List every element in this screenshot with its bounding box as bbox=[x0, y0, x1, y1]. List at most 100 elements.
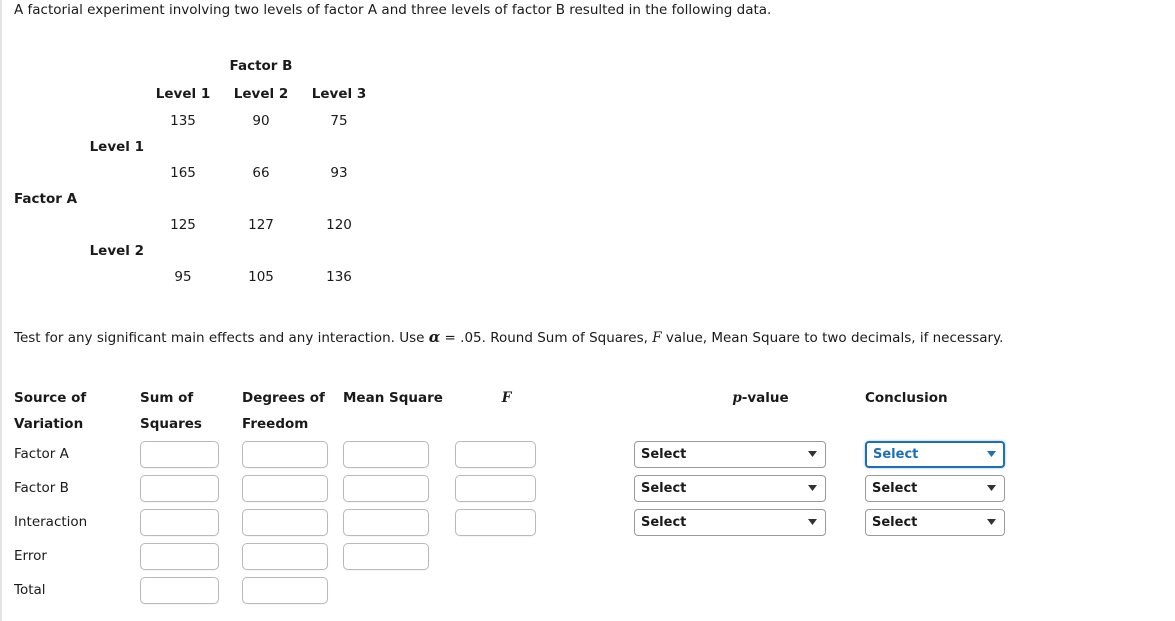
header-ss-line1: Sum of bbox=[140, 390, 194, 406]
input-ms-factor-a[interactable] bbox=[343, 440, 429, 468]
conclusion-select-wrapper-interaction: Select bbox=[865, 508, 1005, 536]
data-table-header-row: Factor B bbox=[14, 52, 378, 80]
spacer-cell bbox=[14, 52, 144, 80]
data-cell-empty bbox=[300, 238, 378, 264]
cell-ss-total bbox=[140, 573, 242, 607]
data-table-level-header-row: Level 1 Level 2 Level 3 bbox=[14, 80, 378, 108]
table-row: Factor A bbox=[14, 186, 378, 212]
data-cell: 93 bbox=[330, 165, 348, 181]
spacer-cell bbox=[14, 212, 144, 238]
question-intro: A factorial experiment involving two lev… bbox=[14, 2, 772, 18]
cell-df-error bbox=[242, 539, 343, 573]
input-ms-interaction[interactable] bbox=[343, 508, 429, 536]
cell-df-total bbox=[242, 573, 343, 607]
input-ms-error[interactable] bbox=[343, 542, 429, 570]
p-value-select-wrapper-interaction: Select bbox=[634, 508, 826, 536]
cell-df-factor-a bbox=[242, 437, 343, 471]
select-p-value-interaction[interactable]: Select bbox=[634, 508, 826, 536]
instruction-text: Test for any significant main effects an… bbox=[14, 328, 1003, 346]
spacer-cell bbox=[14, 108, 144, 134]
cell-ss-factor-a bbox=[140, 437, 242, 471]
cell-ms-interaction bbox=[343, 505, 455, 539]
data-cell-empty bbox=[300, 134, 378, 160]
data-cell: 165 bbox=[170, 165, 196, 181]
cell-f-error-empty bbox=[455, 539, 634, 573]
data-cell-empty bbox=[144, 238, 222, 264]
spacer-cell bbox=[14, 160, 144, 186]
factor-a-label: Factor A bbox=[14, 191, 78, 207]
data-cell-empty bbox=[300, 186, 378, 212]
cell-conclusion-total-empty bbox=[865, 573, 1015, 607]
input-df-error[interactable] bbox=[242, 542, 328, 570]
data-cell: 90 bbox=[252, 113, 270, 129]
instruction-part-2: = .05. Round Sum of Squares, bbox=[440, 330, 653, 346]
anova-header-row: Source of Variation Sum of Squares Degre… bbox=[14, 385, 1015, 437]
data-cell: 75 bbox=[330, 113, 348, 129]
input-ss-total[interactable] bbox=[140, 576, 219, 604]
anova-answer-table: Source of Variation Sum of Squares Degre… bbox=[14, 385, 1015, 607]
input-ss-factor-a[interactable] bbox=[140, 440, 219, 468]
f-symbol: F bbox=[652, 330, 662, 346]
table-row: Interaction Select Select bbox=[14, 505, 1015, 539]
input-f-interaction[interactable] bbox=[455, 508, 536, 536]
input-ss-factor-b[interactable] bbox=[140, 474, 219, 502]
input-df-factor-a[interactable] bbox=[242, 440, 328, 468]
header-mean-square: Mean Square bbox=[343, 390, 443, 406]
a-level-2-label: Level 2 bbox=[89, 243, 144, 259]
data-cell: 120 bbox=[326, 217, 352, 233]
cell-conclusion-error-empty bbox=[865, 539, 1015, 573]
data-cell-empty bbox=[222, 186, 300, 212]
data-cell: 136 bbox=[326, 269, 352, 285]
cell-conclusion-factor-a: Select bbox=[865, 437, 1015, 471]
cell-f-factor-a bbox=[455, 437, 634, 471]
cell-conclusion-factor-b: Select bbox=[865, 471, 1015, 505]
cell-df-interaction bbox=[242, 505, 343, 539]
instruction-part-3: value, Mean Square to two decimals, if n… bbox=[661, 330, 1004, 346]
select-conclusion-factor-b[interactable]: Select bbox=[865, 474, 1005, 502]
table-row: Level 1 bbox=[14, 134, 378, 160]
header-conclusion: Conclusion bbox=[865, 390, 948, 406]
header-f-symbol: F bbox=[501, 390, 512, 406]
input-df-total[interactable] bbox=[242, 576, 328, 604]
cell-ms-factor-a bbox=[343, 437, 455, 471]
row-label-error: Error bbox=[14, 548, 47, 564]
question-page: A factorial experiment involving two lev… bbox=[0, 0, 1175, 621]
b-level-1-header: Level 1 bbox=[155, 86, 211, 102]
row-label-factor-b: Factor B bbox=[14, 480, 69, 496]
input-ms-factor-b[interactable] bbox=[343, 474, 429, 502]
input-ss-interaction[interactable] bbox=[140, 508, 219, 536]
input-f-factor-a[interactable] bbox=[455, 440, 536, 468]
select-p-value-factor-b[interactable]: Select bbox=[634, 474, 826, 502]
table-row: 125 127 120 bbox=[14, 212, 378, 238]
input-df-interaction[interactable] bbox=[242, 508, 328, 536]
data-cell-empty bbox=[144, 186, 222, 212]
factor-b-header: Factor B bbox=[229, 58, 293, 74]
instruction-part-1: Test for any significant main effects an… bbox=[14, 330, 429, 346]
header-df-line1: Degrees of bbox=[242, 390, 325, 406]
p-value-select-wrapper-factor-b: Select bbox=[634, 474, 826, 502]
cell-f-interaction bbox=[455, 505, 634, 539]
cell-f-factor-b bbox=[455, 471, 634, 505]
header-sum-of-squares: Sum of Squares bbox=[140, 385, 242, 437]
anova-table: Source of Variation Sum of Squares Degre… bbox=[14, 385, 1015, 607]
input-df-factor-b[interactable] bbox=[242, 474, 328, 502]
header-source-line2: Variation bbox=[14, 416, 84, 432]
input-ss-error[interactable] bbox=[140, 542, 219, 570]
alpha-symbol: α bbox=[428, 328, 441, 346]
data-cell: 105 bbox=[248, 269, 274, 285]
input-f-factor-b[interactable] bbox=[455, 474, 536, 502]
cell-ms-total-empty bbox=[343, 573, 455, 607]
select-p-value-factor-a[interactable]: Select bbox=[634, 440, 826, 468]
conclusion-select-wrapper-factor-a: Select bbox=[865, 440, 1005, 468]
table-row: Factor A Select Select bbox=[14, 437, 1015, 471]
select-conclusion-interaction[interactable]: Select bbox=[865, 508, 1005, 536]
cell-ms-factor-b bbox=[343, 471, 455, 505]
row-label-interaction: Interaction bbox=[14, 514, 88, 530]
b-level-2-header: Level 2 bbox=[233, 86, 289, 102]
spacer-cell bbox=[14, 80, 144, 108]
p-value-select-wrapper-factor-a: Select bbox=[634, 440, 826, 468]
select-conclusion-factor-a[interactable]: Select bbox=[865, 440, 1005, 468]
cell-p-total-empty bbox=[634, 573, 865, 607]
factorial-data-table: Factor B Level 1 Level 2 Level 3 135 90 … bbox=[14, 52, 378, 290]
cell-ms-error bbox=[343, 539, 455, 573]
